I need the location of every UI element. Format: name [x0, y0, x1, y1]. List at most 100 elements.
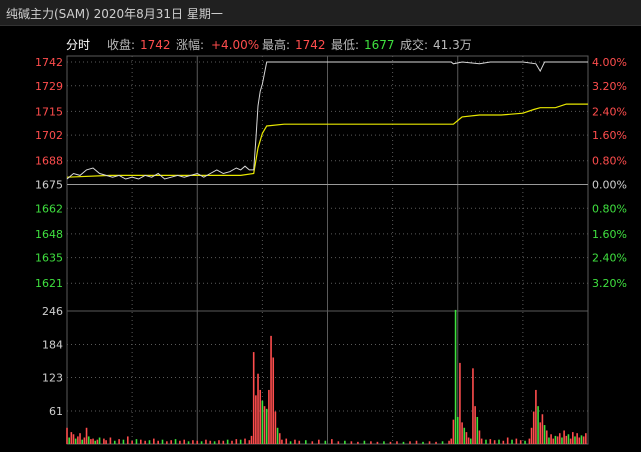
volume-bar: [519, 440, 522, 444]
volume-bar: [294, 439, 296, 444]
volume-bar: [409, 441, 411, 444]
volume-bar: [248, 440, 251, 444]
right-tick-label: 0.80%: [592, 202, 627, 215]
close-value: 1742: [140, 38, 171, 52]
volume-bar: [537, 406, 539, 444]
volume-bar: [515, 438, 518, 444]
volume-bar: [383, 441, 385, 444]
volume-bar: [550, 434, 552, 444]
volume-bar: [103, 438, 105, 444]
volume-bar: [415, 440, 418, 444]
volume-bar: [196, 440, 199, 444]
volume-bar: [454, 309, 457, 444]
volume-bar: [118, 439, 120, 444]
volume-bar: [558, 433, 561, 444]
volume-bar: [263, 406, 266, 444]
volume-bar: [552, 438, 555, 444]
change-label: 涨幅:: [176, 37, 204, 52]
right-tick-label: 3.20%: [592, 277, 627, 290]
volume-bar: [548, 437, 550, 444]
volume-bar: [493, 440, 496, 444]
volume-bar: [161, 439, 164, 444]
volume-bar: [582, 436, 585, 444]
volume-bar: [363, 440, 366, 444]
volume-bar: [157, 440, 159, 444]
volume-bar: [585, 433, 587, 444]
volume-bar: [556, 436, 559, 444]
volume-bar: [461, 422, 463, 444]
volume-bar: [428, 441, 431, 444]
volume-bar: [474, 406, 476, 444]
volume-bar: [331, 439, 333, 444]
left-tick-label: 1729: [35, 80, 63, 93]
volume-bar: [530, 427, 533, 444]
volume-label: 成交:: [400, 37, 428, 52]
volume-bar: [344, 440, 346, 444]
volume-bar: [311, 441, 314, 444]
volume-bar: [109, 437, 112, 444]
volume-bar: [276, 427, 279, 444]
volume-bar: [580, 435, 583, 444]
volume-bar: [472, 368, 474, 444]
volume-bar: [140, 439, 142, 444]
volume-bar: [569, 438, 572, 444]
volume-bar: [543, 425, 546, 444]
volume-bar: [92, 438, 94, 444]
volume-bar: [478, 430, 481, 444]
volume-bar: [74, 438, 77, 444]
volume-bar: [565, 435, 568, 444]
volume-bar: [250, 435, 253, 444]
right-tick-label: 0.00%: [592, 179, 627, 192]
tab-fenshi[interactable]: 分时: [66, 38, 90, 52]
volume-bar: [567, 434, 570, 444]
volume-bar: [135, 439, 138, 444]
volume-bar: [105, 440, 107, 444]
volume-bar: [572, 432, 574, 444]
volume-bar: [174, 439, 177, 444]
low-label: 最低:: [331, 38, 359, 52]
volume-bar: [126, 436, 129, 444]
volume-bar: [480, 438, 483, 444]
volume-bar: [459, 362, 461, 444]
volume-bar: [469, 438, 472, 444]
volume-bar: [131, 440, 133, 444]
volume-bar: [389, 441, 392, 444]
title-bar: 纯碱主力(SAM) 2020年8月31日 星期一: [0, 0, 641, 26]
volume-bar: [209, 440, 212, 444]
volume-bar: [144, 440, 146, 444]
volume-bar: [441, 441, 444, 444]
volume-bar: [304, 440, 307, 444]
volume-bar: [81, 439, 83, 444]
info-bar: 分时 收盘: 1742 涨幅: +4.00% 最高: 1742 最低: 1677…: [66, 37, 472, 52]
volume-bar: [467, 437, 470, 444]
right-tick-label: 4.00%: [592, 56, 627, 69]
volume-bar: [205, 439, 207, 444]
volume-tick-label: 246: [42, 305, 63, 318]
right-tick-label: 3.20%: [592, 80, 627, 93]
volume-bar: [90, 439, 92, 444]
volume-bar: [535, 389, 537, 444]
volume-bar: [450, 438, 453, 444]
chart-title: 纯碱主力(SAM) 2020年8月31日 星期一: [6, 7, 223, 21]
left-tick-label: 1635: [35, 252, 63, 265]
volume-bar: [576, 433, 578, 444]
volume-bar: [578, 437, 581, 444]
volume-bar: [265, 408, 268, 444]
volume-bar: [79, 433, 81, 444]
volume-bar: [502, 440, 505, 444]
volume-bar: [72, 434, 75, 444]
volume-bar: [183, 439, 186, 444]
volume-bar: [213, 441, 216, 444]
volume-bar: [153, 438, 155, 444]
volume-bar: [370, 441, 372, 444]
volume-bar: [524, 440, 526, 444]
volume-bar: [452, 419, 455, 444]
volume-bar: [506, 437, 509, 444]
volume-bar: [476, 416, 479, 444]
volume-bar: [218, 440, 220, 444]
volume-bar: [70, 432, 73, 444]
volume-bar: [545, 430, 548, 444]
right-tick-label: 2.40%: [592, 252, 627, 265]
volume-bar: [485, 439, 487, 444]
volume-bar: [77, 436, 79, 444]
